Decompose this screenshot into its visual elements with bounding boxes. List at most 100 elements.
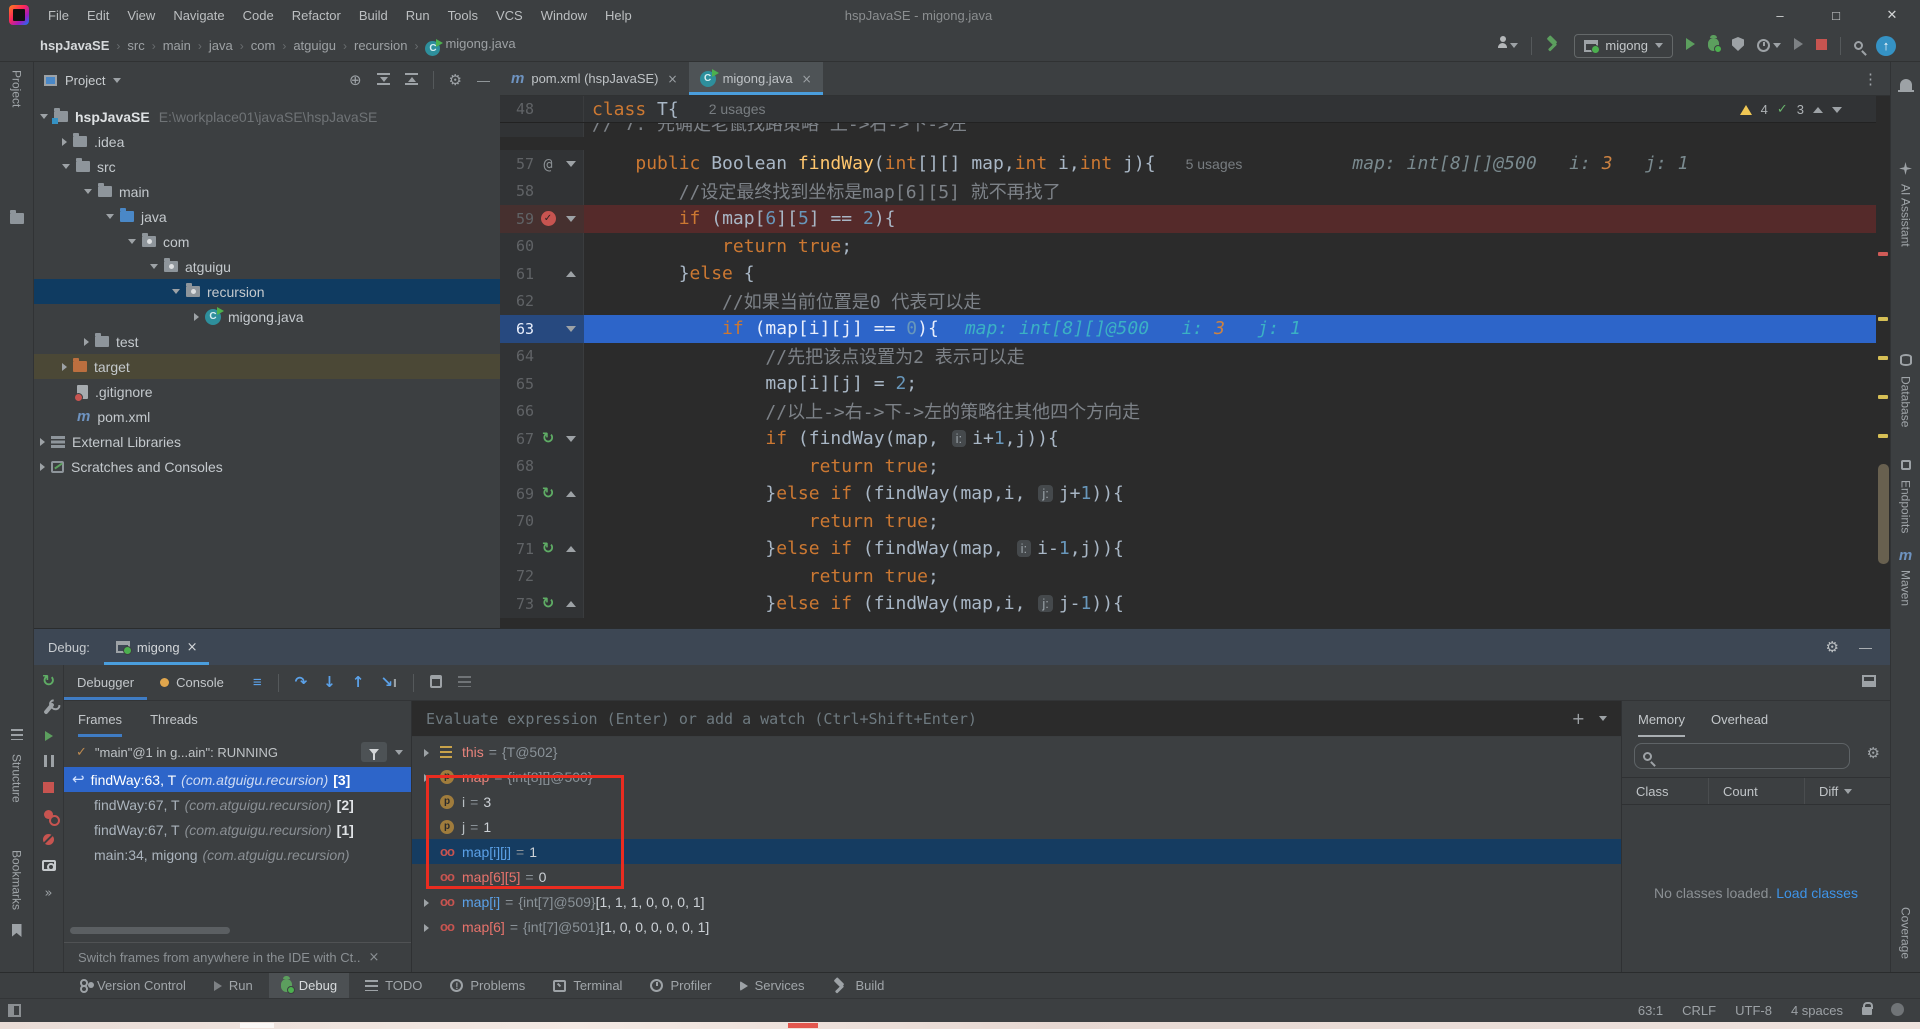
memory-search-input[interactable] — [1634, 743, 1850, 769]
bell-icon[interactable] — [1900, 78, 1912, 93]
pause-button[interactable] — [44, 755, 54, 770]
sidebar-item-structure[interactable]: Structure — [10, 754, 24, 803]
folder-icon[interactable] — [10, 212, 24, 227]
camera-button[interactable] — [42, 859, 56, 874]
toolwindow-button-debug[interactable]: Debug — [269, 973, 349, 999]
toolwindow-button-build[interactable]: Build — [820, 973, 896, 999]
toolwindow-toggle-icon[interactable] — [8, 1004, 21, 1017]
variable-row[interactable]: pi=3 — [412, 789, 1621, 814]
toolwindow-button-terminal[interactable]: Terminal — [541, 973, 634, 999]
hide-button[interactable]: — — [477, 73, 490, 88]
run-button[interactable] — [1686, 38, 1695, 53]
breadcrumb-item[interactable]: hspJavaSE — [40, 38, 109, 53]
filter-frames-button[interactable] — [361, 742, 387, 762]
chevron-down-icon[interactable] — [395, 750, 403, 755]
tree-toggle-icon[interactable] — [40, 438, 45, 446]
menu-navigate[interactable]: Navigate — [164, 0, 233, 30]
profiler-button[interactable] — [1757, 39, 1781, 52]
gear-icon[interactable]: ⚙ — [449, 73, 462, 88]
select-opened-file-button[interactable]: ⊕ — [349, 73, 362, 88]
expand-icon[interactable] — [424, 769, 440, 785]
search-everywhere-button[interactable] — [1854, 38, 1863, 53]
breadcrumb-item[interactable]: main — [163, 38, 191, 53]
step-into-button[interactable]: ↓ — [323, 675, 336, 690]
tab-memory[interactable]: Memory — [1638, 701, 1685, 737]
variable-row[interactable]: oomap[6]={int[7]@501} [1, 0, 0, 0, 0, 0,… — [412, 914, 1621, 939]
sidebar-item-maven[interactable]: Maven — [1899, 570, 1913, 606]
run-to-cursor-button[interactable]: ↘I — [380, 675, 397, 690]
horizontal-scrollbar[interactable] — [70, 927, 230, 934]
structure-icon[interactable] — [11, 728, 23, 743]
tree-item-pomxml[interactable]: mpom.xml — [34, 404, 500, 429]
expand-icon[interactable] — [424, 744, 440, 760]
chevron-down-icon[interactable] — [113, 78, 121, 83]
stack-frame[interactable]: findWay:67, T (com.atguigu.recursion) [1… — [64, 817, 411, 842]
breadcrumb-item[interactable]: atguigu — [293, 38, 336, 53]
scrollbar-thumb[interactable] — [1878, 464, 1889, 564]
close-icon[interactable]: × — [187, 641, 198, 654]
breadcrumb-item[interactable]: src — [127, 38, 144, 53]
breadcrumb-item[interactable]: recursion — [354, 38, 407, 53]
menu-edit[interactable]: Edit — [78, 0, 118, 30]
tree-item-target[interactable]: target — [34, 354, 500, 379]
tree-toggle-icon[interactable] — [150, 264, 158, 269]
menu-code[interactable]: Code — [234, 0, 283, 30]
column-header-diff[interactable]: Diff — [1804, 778, 1888, 804]
update-button[interactable]: ↑ — [1876, 36, 1896, 56]
editor-tabs-menu-icon[interactable]: ⋮ — [1851, 62, 1890, 95]
sidebar-item-coverage[interactable]: Coverage — [1899, 907, 1913, 959]
expand-icon[interactable] — [424, 894, 440, 910]
sidebar-item-database[interactable]: Database — [1899, 376, 1913, 427]
sparkle-icon[interactable] — [1899, 162, 1912, 178]
more-button[interactable]: » — [45, 885, 53, 900]
variable-row[interactable]: oomap[i][j]=1 — [412, 839, 1621, 864]
fold-marker-icon[interactable] — [562, 601, 580, 607]
column-header-class[interactable]: Class — [1622, 778, 1708, 804]
next-warning-icon[interactable] — [1832, 107, 1842, 113]
stop-button[interactable] — [43, 781, 54, 796]
tree-toggle-icon[interactable] — [128, 239, 136, 244]
variable-row[interactable]: oomap[6][5]=0 — [412, 864, 1621, 889]
tab-threads[interactable]: Threads — [150, 701, 198, 737]
inspections-widget[interactable]: 4✓3 — [1740, 102, 1842, 117]
add-watch-icon[interactable]: + — [1572, 711, 1585, 727]
tree-item-com[interactable]: com — [34, 229, 500, 254]
toolwindow-button-problems[interactable]: !Problems — [438, 973, 537, 999]
stack-frame[interactable]: ↩findWay:63, T (com.atguigu.recursion) [… — [64, 767, 411, 792]
toolwindow-button-profiler[interactable]: Profiler — [638, 973, 723, 999]
close-icon[interactable]: × — [368, 951, 379, 964]
mute-breakpoints-button[interactable] — [43, 833, 54, 848]
step-over-button[interactable]: ↷ — [295, 675, 308, 690]
step-out-button[interactable]: ↑ — [352, 675, 365, 690]
status-item[interactable]: CRLF — [1682, 1003, 1716, 1018]
tree-toggle-icon[interactable] — [84, 338, 89, 346]
maximize-button[interactable]: □ — [1808, 0, 1864, 30]
fold-marker-icon[interactable] — [562, 271, 580, 277]
expand-all-button[interactable] — [377, 73, 390, 88]
sidebar-item-endpoints[interactable]: Endpoints — [1899, 480, 1913, 533]
evaluate-expression-bar[interactable]: Evaluate expression (Enter) or add a wat… — [412, 701, 1621, 737]
editor-tab-migong.java[interactable]: Cmigong.java× — [689, 62, 823, 95]
breadcrumb-item[interactable]: com — [251, 38, 276, 53]
tree-toggle-icon[interactable] — [194, 313, 199, 321]
status-item[interactable]: 4 spaces — [1791, 1003, 1843, 1018]
tab-overhead[interactable]: Overhead — [1711, 701, 1768, 737]
toolwindow-button-todo[interactable]: TODO — [353, 973, 434, 999]
tree-item-src[interactable]: src — [34, 154, 500, 179]
menu-vcs[interactable]: VCS — [487, 0, 532, 30]
gear-icon[interactable]: ⚙ — [1826, 640, 1839, 655]
toolwindow-button-version-control[interactable]: Version Control — [66, 973, 198, 999]
view-breakpoints-button[interactable] — [44, 807, 53, 822]
column-header-count[interactable]: Count — [1708, 778, 1804, 804]
tree-item-gitignore[interactable]: .gitignore — [34, 379, 500, 404]
tree-toggle-icon[interactable] — [172, 289, 180, 294]
close-button[interactable]: ✕ — [1864, 0, 1920, 30]
menu-build[interactable]: Build — [350, 0, 397, 30]
trace-settings-button[interactable] — [458, 675, 471, 690]
rerun-button[interactable] — [1794, 38, 1803, 53]
load-classes-link[interactable]: Load classes — [1776, 885, 1858, 901]
variable-row[interactable]: oomap[i]={int[7]@509} [1, 1, 1, 0, 0, 0,… — [412, 889, 1621, 914]
menu-tools[interactable]: Tools — [439, 0, 487, 30]
show-execution-point-button[interactable]: ≡ — [253, 674, 262, 691]
prev-warning-icon[interactable] — [1813, 107, 1823, 113]
